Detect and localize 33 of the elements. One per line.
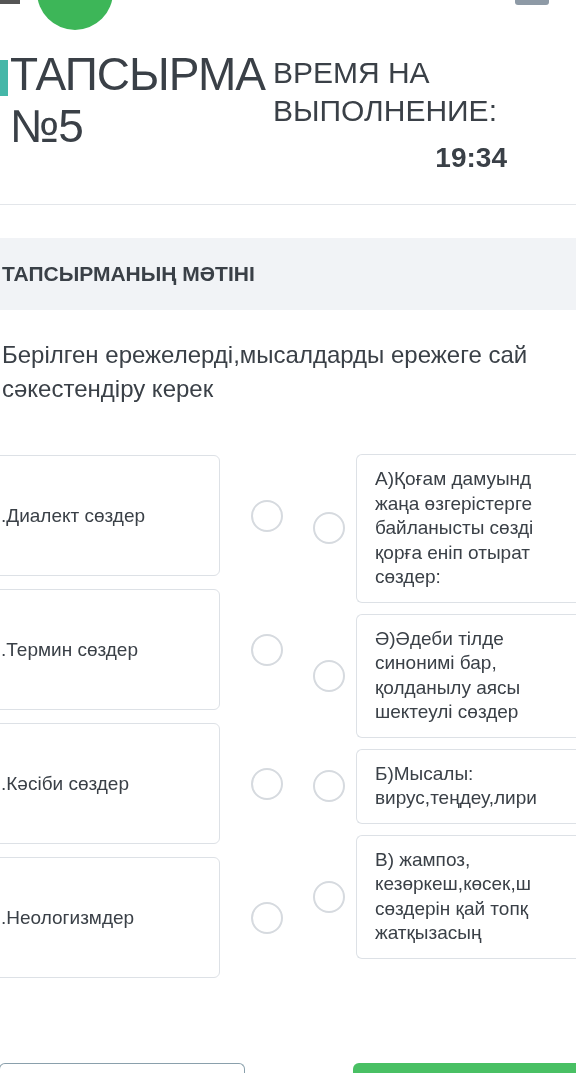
radio-button[interactable] bbox=[250, 901, 283, 934]
radio-button[interactable] bbox=[250, 767, 283, 800]
term-card: .Диалект сөздер bbox=[0, 455, 220, 576]
definition-line: А)Қоғам дамуынд bbox=[375, 467, 533, 491]
radio-button[interactable] bbox=[313, 512, 345, 545]
definition-line: кезөркеш,көсек,ш bbox=[375, 872, 532, 896]
time-label: ВРЕМЯ НА ВЫПОЛНЕНИЕ: bbox=[272, 55, 497, 129]
definition-line: сөздерін қай топқ bbox=[375, 896, 530, 921]
radio-button[interactable] bbox=[313, 659, 345, 692]
definition-line: жатқызасың bbox=[375, 921, 483, 945]
section-title: ТАПСЫРМАНЫҢ МӘТІНІ bbox=[2, 262, 255, 286]
instruction-text: Берілген ережелерді,мысалдарды ережеге сай сәкестендіру керек bbox=[2, 340, 529, 404]
task-title: ТАПСЫРМА №5 bbox=[10, 48, 265, 152]
definition-line: шектеулі сөздер bbox=[375, 700, 520, 724]
definition-line: синонимі бар, bbox=[375, 651, 498, 675]
radio-button[interactable] bbox=[250, 633, 283, 666]
definition-line: вирус,теңдеу,лири bbox=[375, 786, 538, 810]
timer: 19:34 bbox=[435, 142, 507, 174]
radio-button[interactable] bbox=[313, 770, 345, 802]
definition-line: қолданылу аясы bbox=[375, 675, 522, 700]
definition-line: сөздер: bbox=[375, 565, 442, 589]
radio-button[interactable] bbox=[313, 880, 345, 913]
definition-line: жаңа өзгерістерге bbox=[375, 491, 533, 516]
definition-line: Б)Мысалы: bbox=[375, 761, 475, 786]
radio-button[interactable] bbox=[250, 499, 283, 532]
definition-line: В) жампоз, bbox=[375, 847, 472, 872]
definition-line: қорға еніп отырат bbox=[375, 540, 531, 565]
definition-line: Ә)Әдеби тілде bbox=[375, 626, 505, 651]
term-card: .Неологизмдер bbox=[0, 857, 220, 978]
term-card: .Термин сөздер bbox=[0, 589, 220, 710]
term-card: .Кәсіби сөздер bbox=[0, 723, 220, 844]
definition-line: байланысты сөзді bbox=[375, 516, 535, 540]
next-button[interactable] bbox=[353, 1063, 576, 1073]
